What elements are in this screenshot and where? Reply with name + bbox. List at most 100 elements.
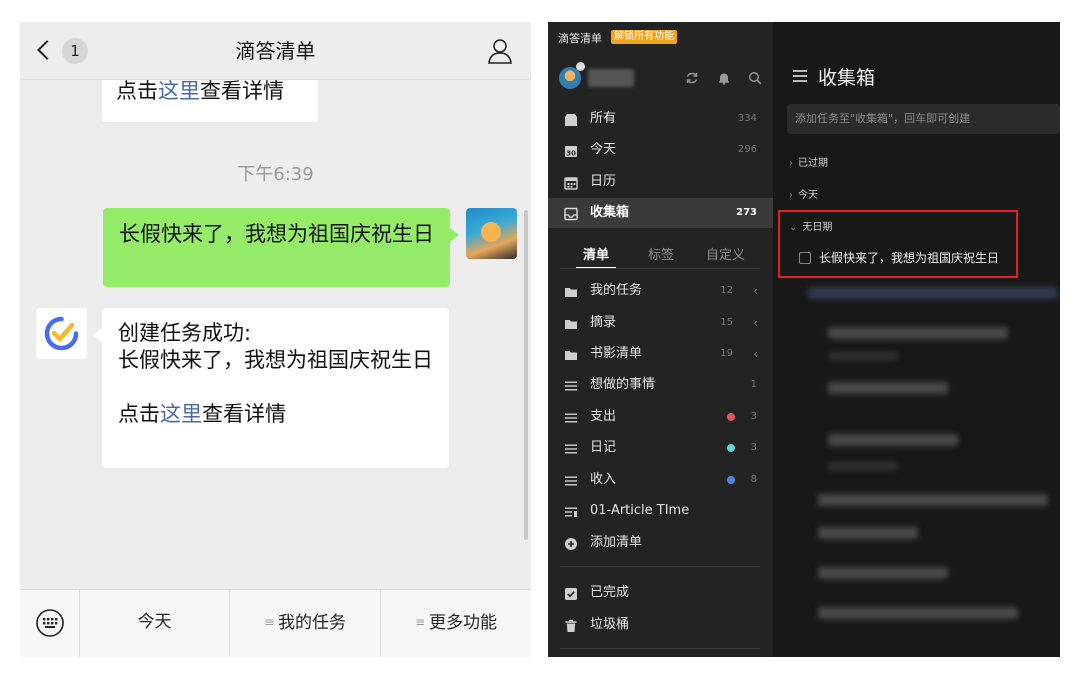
reply-line-1: 创建任务成功: <box>118 321 252 345</box>
sidebar-item-excerpts[interactable]: 摘录 15 ‹ <box>548 308 773 338</box>
list-color-dot <box>727 476 735 484</box>
sidebar-item-inbox[interactable]: 收集箱 273 <box>548 198 773 228</box>
folder-icon <box>564 316 578 330</box>
message-text: 点击 <box>116 80 158 103</box>
tab-lists[interactable]: 清单 <box>583 244 609 263</box>
details-link[interactable]: 这里 <box>160 402 202 426</box>
group-label: 已过期 <box>798 158 828 169</box>
sidebar-item-today[interactable]: 30 今天 296 <box>548 135 773 165</box>
sidebar-item-label: 日历 <box>590 174 617 189</box>
folder-icon <box>564 284 578 298</box>
sidebar-item-expenses[interactable]: 支出 3 <box>548 402 773 432</box>
add-task-placeholder: 添加任务至"收集箱"，回车即可创建 <box>795 112 971 125</box>
calendar-icon <box>564 175 578 190</box>
menu-my-tasks-button[interactable]: ≡ 我的任务 <box>230 590 381 657</box>
bot-reply-bubble: 创建任务成功: 长假快来了，我想为祖国庆祝生日 点击这里查看详情 <box>93 308 449 468</box>
chat-message-area: 点击这里查看详情 下午6:39 长假快来了，我想为祖国庆祝生日 创建任务成功: … <box>20 80 531 589</box>
sync-icon[interactable] <box>685 70 699 84</box>
blurred-username[interactable] <box>588 69 634 87</box>
menu-today-button[interactable]: 今天 <box>80 590 230 657</box>
inbox-icon <box>564 206 578 221</box>
hamburger-menu-icon[interactable] <box>793 70 807 82</box>
item-count: 334 <box>737 113 757 124</box>
item-count: 273 <box>736 207 757 218</box>
folder-icon <box>564 347 578 361</box>
sidebar-item-article-time[interactable]: 01-Article TIme <box>548 496 773 526</box>
ticktick-logo-icon <box>44 316 79 351</box>
list-color-dot <box>727 444 735 452</box>
details-link[interactable]: 这里 <box>158 80 200 103</box>
search-icon[interactable] <box>748 70 762 85</box>
user-avatar[interactable] <box>466 208 517 259</box>
add-task-input[interactable]: 添加任务至"收集箱"，回车即可创建 <box>787 104 1060 134</box>
sidebar-item-label: 收入 <box>590 472 617 487</box>
task-list-panel: 收集箱 添加任务至"收集箱"，回车即可创建 › 已过期 › 今天 ⌄ 无日期 长假快来… <box>773 22 1060 657</box>
group-today[interactable]: › 今天 <box>789 186 818 201</box>
chevron-left-icon[interactable]: ‹ <box>753 276 758 306</box>
message-text: 点击 <box>118 402 160 426</box>
group-overdue[interactable]: › 已过期 <box>789 154 828 169</box>
list-icon <box>564 378 578 392</box>
reply-task-text: 长假快来了，我想为祖国庆祝生日 <box>118 348 433 372</box>
blurred-task-row <box>828 434 958 446</box>
sidebar-item-calendar[interactable]: 日历 <box>548 167 773 197</box>
tab-custom[interactable]: 自定义 <box>706 244 745 263</box>
blurred-task-row <box>818 494 1048 506</box>
unlock-features-badge[interactable]: 解锁所有功能 <box>611 30 677 44</box>
chat-title: 滴答清单 <box>235 39 316 63</box>
chevron-left-icon[interactable]: ‹ <box>753 339 758 369</box>
sidebar-item-label: 我的任务 <box>590 283 643 298</box>
sidebar-item-diary[interactable]: 日记 3 <box>548 433 773 463</box>
sidebar-item-label: 收集箱 <box>590 205 630 220</box>
tabs-divider <box>560 268 760 269</box>
all-icon <box>564 112 578 126</box>
blurred-task-row <box>818 567 948 579</box>
list-icon <box>564 410 578 424</box>
sidebar-item-completed[interactable]: 已完成 <box>548 578 773 608</box>
keyboard-icon <box>36 609 64 637</box>
user-message-bubble: 长假快来了，我想为祖国庆祝生日 <box>103 208 459 287</box>
bell-icon[interactable] <box>717 70 731 85</box>
trash-icon <box>564 618 578 632</box>
highlight-box <box>778 210 1018 278</box>
sidebar-divider <box>560 566 760 567</box>
list-icon <box>564 441 578 455</box>
item-count: 8 <box>750 474 757 485</box>
checkbox-checked-icon <box>564 586 578 600</box>
avatar-status-dot <box>576 62 585 71</box>
menu-label: 更多功能 <box>429 613 498 633</box>
sidebar-item-label: 书影清单 <box>590 346 643 361</box>
plus-circle-icon <box>564 536 578 550</box>
menu-label: 我的任务 <box>278 613 347 633</box>
item-count: 19 <box>720 348 733 359</box>
chat-scrollbar[interactable] <box>524 210 528 540</box>
list-icon <box>564 473 578 487</box>
list-color-dot <box>727 413 735 421</box>
ticktick-bot-avatar[interactable] <box>36 308 87 359</box>
keyboard-toggle-button[interactable] <box>20 590 80 657</box>
sidebar-item-label: 想做的事情 <box>590 377 656 392</box>
sidebar-item-trash[interactable]: 垃圾桶 <box>548 610 773 640</box>
wechat-chat-window: 1 滴答清单 点击这里查看详情 下午6:39 长假快来了，我想为祖国庆祝生日 创… <box>20 22 531 657</box>
reply-details-line: 点击这里查看详情 <box>118 401 433 428</box>
sidebar-item-my-tasks[interactable]: 我的任务 12 ‹ <box>548 276 773 306</box>
sidebar-item-books-movies[interactable]: 书影清单 19 ‹ <box>548 339 773 369</box>
blurred-task-row <box>808 287 1058 299</box>
sidebar-item-wishlist[interactable]: 想做的事情 1 <box>548 370 773 400</box>
sidebar-item-label: 支出 <box>590 409 617 424</box>
sidebar-item-label: 01-Article TIme <box>590 503 690 518</box>
sidebar-item-income[interactable]: 收入 8 <box>548 465 773 495</box>
svg-text:30: 30 <box>566 150 576 158</box>
list-title: 收集箱 <box>818 67 876 89</box>
add-list-button[interactable]: 添加清单 <box>548 528 773 558</box>
profile-icon[interactable] <box>487 38 513 64</box>
menu-more-button[interactable]: ≡ 更多功能 <box>381 590 531 657</box>
message-text: 查看详情 <box>200 80 284 103</box>
sidebar-item-all[interactable]: 所有 334 <box>548 104 773 134</box>
sidebar-item-label: 垃圾桶 <box>590 617 630 632</box>
chevron-left-icon[interactable]: ‹ <box>753 308 758 338</box>
menu-label: 今天 <box>137 612 172 632</box>
tab-tags[interactable]: 标签 <box>648 244 674 263</box>
item-count: 3 <box>750 442 757 453</box>
sidebar-divider <box>560 648 760 649</box>
